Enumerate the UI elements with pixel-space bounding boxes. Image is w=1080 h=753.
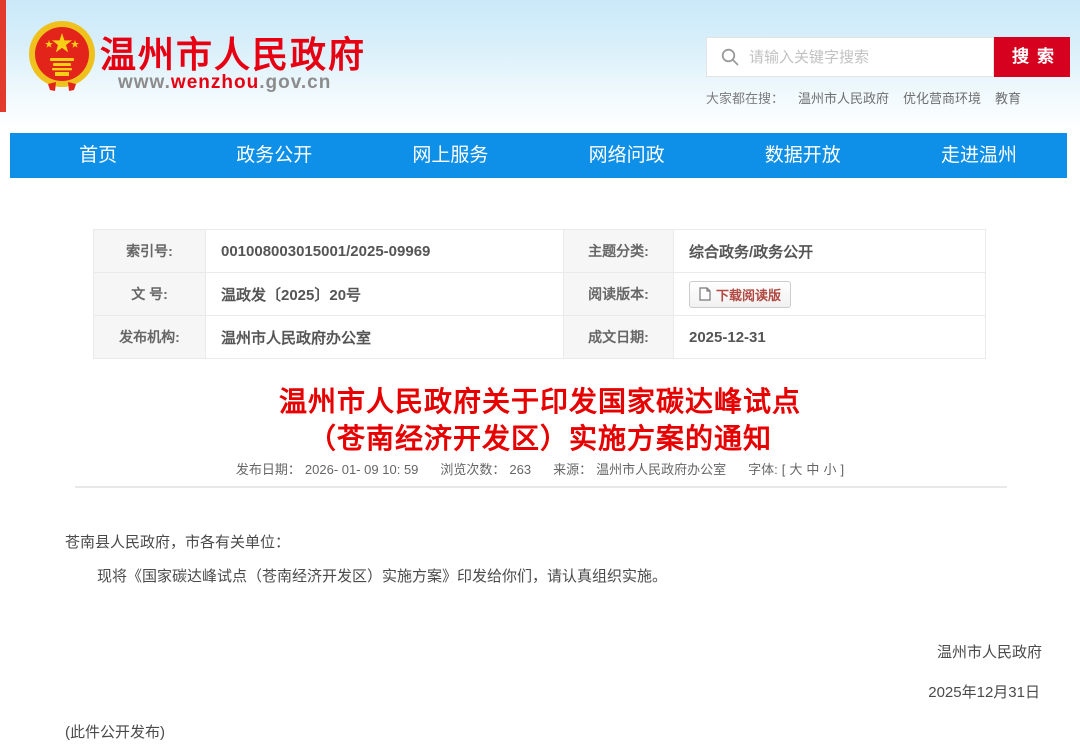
document-meta: 发布日期： 2026- 01- 09 10: 59 浏览次数： 263 来源： 温州市人民… — [0, 459, 1080, 478]
divider — [75, 486, 1007, 488]
font-size-large[interactable]: 大 — [789, 462, 802, 477]
salutation: 苍南县人民政府，市各有关单位： — [65, 531, 290, 552]
site-title: 温州市人民政府 — [100, 26, 366, 78]
left-red-strip — [0, 0, 6, 112]
topic-category-value: 综合政务/政务公开 — [674, 230, 986, 273]
source-label: 来源： — [553, 462, 592, 477]
page: 温州市人民政府 www.wenzhou.gov.cn 搜索 大家都在搜： 温州市人… — [0, 0, 1080, 753]
hot-search-bar: 大家都在搜： 温州市人民政府优化营商环境教育 — [706, 88, 1021, 107]
body-paragraph: 现将《国家碳达峰试点（苍南经济开发区）实施方案》印发给你们，请认真组织实施。 — [97, 565, 667, 586]
font-size-label: 字体: — [748, 462, 778, 477]
reading-version-cell: 下载阅读版 — [674, 273, 986, 316]
signature: 温州市人民政府 — [937, 641, 1042, 662]
source-value: 温州市人民政府办公室 — [596, 462, 726, 477]
topic-category-label: 主题分类: — [564, 230, 674, 273]
search-input[interactable] — [749, 39, 993, 75]
download-reading-version-button[interactable]: 下载阅读版 — [689, 281, 791, 308]
search-box — [706, 37, 994, 77]
font-size-small[interactable]: 小 — [823, 462, 836, 477]
table-row: 文 号: 温政发〔2025〕20号 阅读版本: 下载阅读版 — [94, 273, 986, 316]
table-row: 索引号: 001008003015001/2025-09969 主题分类: 综合… — [94, 230, 986, 273]
hot-search-label: 大家都在搜： — [706, 91, 784, 106]
index-number-value: 001008003015001/2025-09969 — [206, 230, 564, 273]
issue-date-label: 成文日期: — [564, 316, 674, 359]
nav-item-about-wenzhou[interactable]: 走进温州 — [891, 133, 1067, 178]
publish-date-label: 发布日期： — [236, 462, 301, 477]
search-icon — [721, 48, 739, 66]
hot-search-item[interactable]: 温州市人民政府 — [798, 91, 889, 106]
doc-info-table: 索引号: 001008003015001/2025-09969 主题分类: 综合… — [93, 229, 986, 359]
document-title: 温州市人民政府关于印发国家碳达峰试点 （苍南经济开发区）实施方案的通知 — [0, 383, 1080, 457]
doc-number-label: 文 号: — [94, 273, 206, 316]
doc-number-value: 温政发〔2025〕20号 — [206, 273, 564, 316]
document-icon — [699, 287, 711, 301]
public-release-note: (此件公开发布) — [65, 721, 165, 742]
document-title-line1: 温州市人民政府关于印发国家碳达峰试点 — [0, 383, 1080, 420]
font-bracket-close: ] — [840, 462, 844, 477]
site-url: www.wenzhou.gov.cn — [118, 72, 331, 94]
main-nav: 首页 政务公开 网上服务 网络问政 数据开放 走进温州 — [10, 133, 1067, 178]
table-row: 发布机构: 温州市人民政府办公室 成文日期: 2025-12-31 — [94, 316, 986, 359]
hot-search-item[interactable]: 优化营商环境 — [903, 91, 981, 106]
site-url-prefix: www. — [118, 72, 171, 93]
publish-date-value: 2026- 01- 09 10: 59 — [305, 462, 418, 477]
nav-item-gov-affairs[interactable]: 政务公开 — [186, 133, 362, 178]
signature-date: 2025年12月31日 — [928, 681, 1040, 702]
issue-date-value: 2025-12-31 — [674, 316, 986, 359]
nav-item-online-services[interactable]: 网上服务 — [362, 133, 538, 178]
views-label: 浏览次数： — [440, 462, 505, 477]
document-title-line2: （苍南经济开发区）实施方案的通知 — [0, 420, 1080, 457]
index-number-label: 索引号: — [94, 230, 206, 273]
site-header: 温州市人民政府 www.wenzhou.gov.cn 搜索 大家都在搜： 温州市人… — [0, 0, 1080, 130]
search-button[interactable]: 搜索 — [994, 37, 1070, 77]
font-size-medium[interactable]: 中 — [806, 462, 819, 477]
download-button-label: 下载阅读版 — [716, 285, 781, 304]
hot-search-item[interactable]: 教育 — [995, 91, 1021, 106]
nav-item-open-data[interactable]: 数据开放 — [715, 133, 891, 178]
views-value: 263 — [509, 462, 531, 477]
reading-version-label: 阅读版本: — [564, 273, 674, 316]
font-bracket-open: [ — [782, 462, 786, 477]
issuing-agency-label: 发布机构: — [94, 316, 206, 359]
national-emblem-icon — [28, 20, 96, 92]
nav-item-online-politics[interactable]: 网络问政 — [539, 133, 715, 178]
issuing-agency-value: 温州市人民政府办公室 — [206, 316, 564, 359]
site-url-suffix: .gov.cn — [259, 72, 331, 93]
site-url-highlight: wenzhou — [171, 72, 259, 93]
nav-item-home[interactable]: 首页 — [10, 133, 186, 178]
